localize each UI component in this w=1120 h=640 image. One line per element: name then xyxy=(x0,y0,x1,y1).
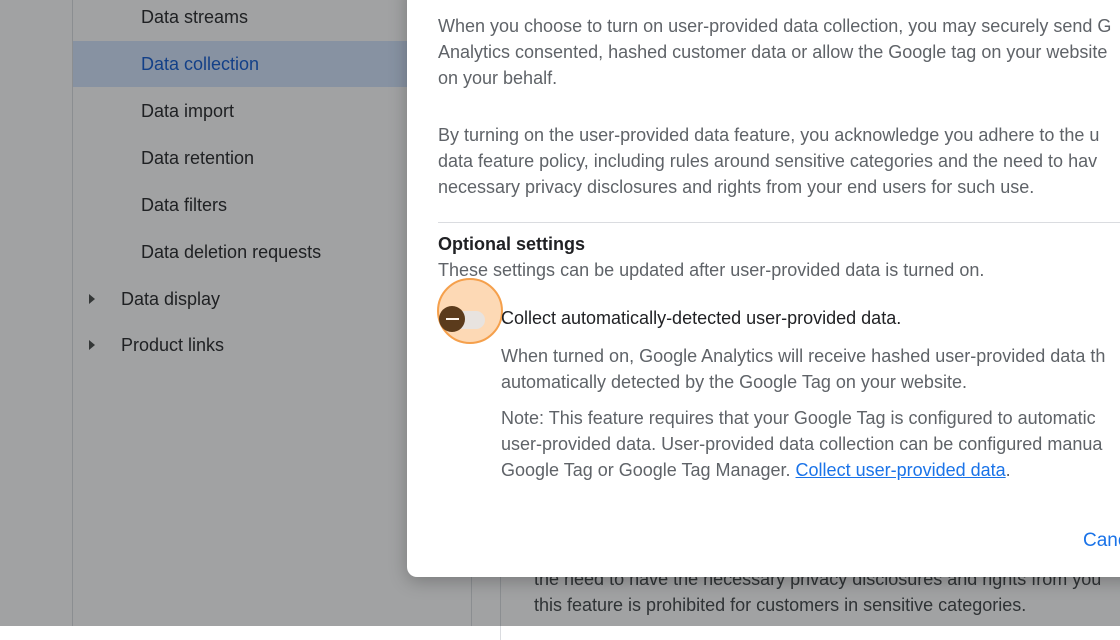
optional-settings-subtitle: These settings can be updated after user… xyxy=(438,260,985,280)
optional-settings-title: Optional settings xyxy=(438,234,586,254)
toggle-description: When turned on, Google Analytics will re… xyxy=(501,346,1106,392)
note-paragraph: Note: This feature requires that your Go… xyxy=(501,405,1120,483)
toggle-label: Collect automatically-detected user-prov… xyxy=(501,308,902,328)
minus-icon xyxy=(445,318,459,320)
collect-user-provided-data-link[interactable]: Collect user-provided data xyxy=(796,460,1006,480)
toggle-thumb xyxy=(439,306,465,332)
intro-paragraph: When you choose to turn on user-provided… xyxy=(438,16,1112,88)
auto-detect-toggle[interactable] xyxy=(437,298,487,340)
user-provided-data-dialog: When you choose to turn on user-provided… xyxy=(407,0,1120,577)
policy-paragraph: By turning on the user-provided data fea… xyxy=(438,125,1100,197)
section-divider xyxy=(438,222,1120,223)
cancel-button[interactable]: Canc xyxy=(1083,530,1120,552)
note-end: . xyxy=(1005,460,1011,480)
